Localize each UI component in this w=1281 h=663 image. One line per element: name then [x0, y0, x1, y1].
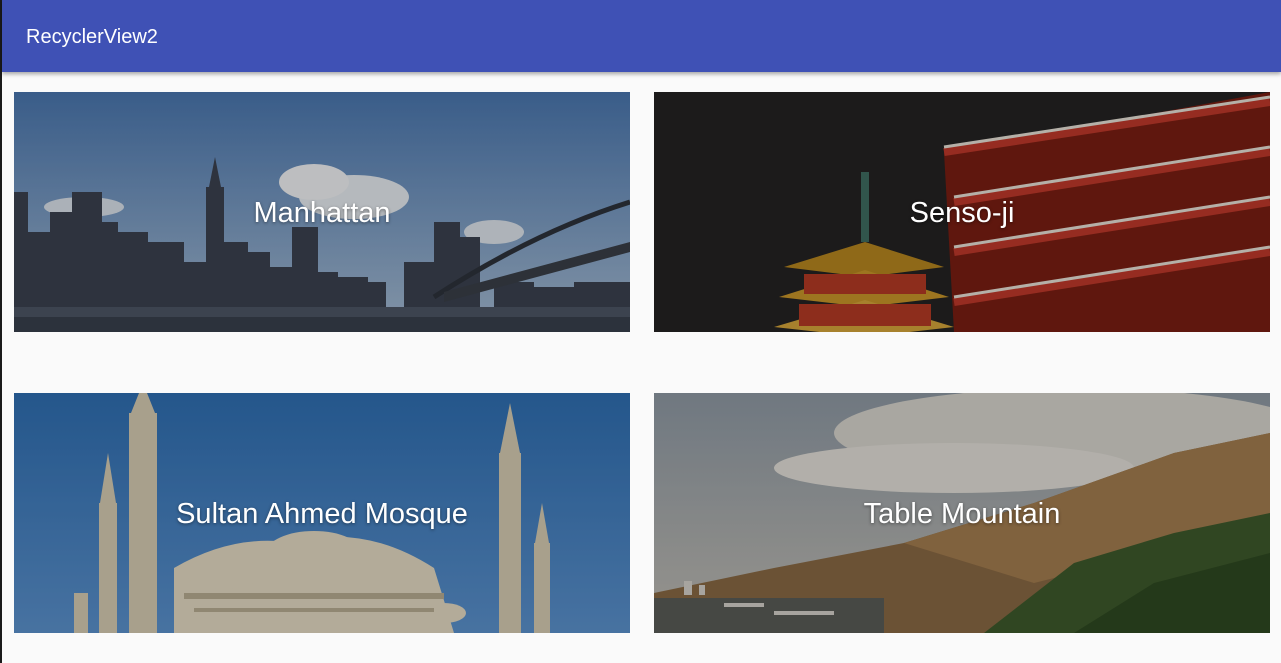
card-manhattan[interactable]: Manhattan: [14, 92, 630, 332]
card-title: Table Mountain: [863, 498, 1061, 530]
window-edge: [0, 0, 2, 663]
card-title: Sultan Ahmed Mosque: [176, 498, 468, 530]
app-title: RecyclerView2: [26, 26, 158, 48]
card-title: Manhattan: [253, 197, 391, 229]
card-table-mountain[interactable]: Table Mountain: [654, 393, 1270, 633]
app-bar: RecyclerView2: [2, 0, 1281, 72]
card-senso-ji[interactable]: Senso-ji: [654, 92, 1270, 332]
card-sultan-ahmed-mosque[interactable]: Sultan Ahmed Mosque: [14, 393, 630, 633]
card-title: Senso-ji: [909, 197, 1015, 229]
